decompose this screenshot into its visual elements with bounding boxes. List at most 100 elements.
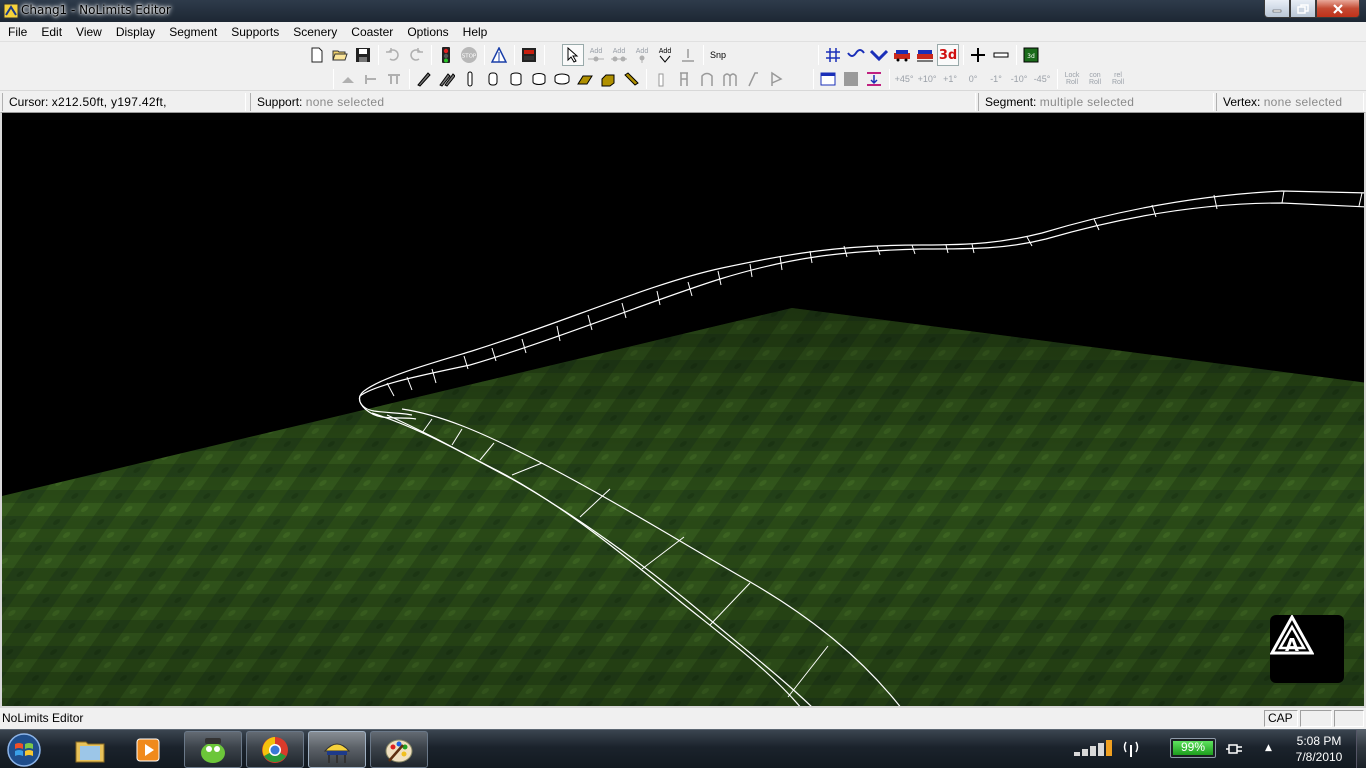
roll-minus10-button[interactable]: -10° — [1008, 68, 1030, 90]
add-support-button[interactable]: Add — [631, 44, 653, 66]
drum-button[interactable] — [551, 68, 573, 90]
bracket-pole-button[interactable] — [765, 68, 787, 90]
grid-button[interactable] — [822, 44, 844, 66]
block-icon — [601, 74, 615, 87]
heartline-button[interactable] — [868, 44, 890, 66]
battery-indicator[interactable]: 99% — [1170, 738, 1216, 758]
block-button[interactable] — [597, 68, 619, 90]
roll-plus45-button[interactable]: +45° — [893, 68, 915, 90]
fill-button[interactable] — [840, 68, 862, 90]
folder-icon — [75, 741, 105, 762]
show-desktop-button[interactable] — [1356, 730, 1366, 768]
lock-roll-button[interactable]: Lock Roll — [1061, 68, 1083, 90]
restore-button[interactable] — [1290, 0, 1316, 18]
menu-scenery[interactable]: Scenery — [286, 22, 344, 42]
add-label: Add — [658, 47, 672, 55]
window-icon — [820, 72, 836, 86]
close-button[interactable] — [1316, 0, 1360, 18]
menu-edit[interactable]: Edit — [34, 22, 69, 42]
show-hidden-icons-icon[interactable]: ▲ — [1265, 743, 1272, 753]
view-3d-button[interactable]: 3d — [937, 44, 959, 66]
menu-options[interactable]: Options — [400, 22, 455, 42]
roll-label: +10° — [917, 73, 937, 84]
open-file-button[interactable] — [329, 44, 351, 66]
new-file-button[interactable] — [306, 44, 328, 66]
snap-button[interactable]: Snp — [707, 44, 729, 66]
gray-square-icon — [844, 72, 858, 86]
double-pencil-button[interactable] — [436, 68, 458, 90]
pencil-tool-button[interactable] — [413, 68, 435, 90]
plus-icon — [971, 48, 985, 62]
redo-button[interactable] — [405, 44, 427, 66]
double-arch-button[interactable] — [719, 68, 741, 90]
menu-supports[interactable]: Supports — [224, 22, 286, 42]
network-signal-icon[interactable] — [1072, 740, 1118, 761]
thin-tube-button[interactable] — [459, 68, 481, 90]
taskbar-paint[interactable] — [370, 731, 428, 768]
wide-cylinder-button[interactable] — [528, 68, 550, 90]
menu-view[interactable]: View — [69, 22, 109, 42]
roll-minus45-button[interactable]: -45° — [1031, 68, 1053, 90]
add-segment-button[interactable]: Add — [608, 44, 630, 66]
roll-zero-button[interactable]: 0° — [962, 68, 984, 90]
save-button[interactable] — [352, 44, 374, 66]
terrain-button[interactable]: 3d — [1020, 44, 1042, 66]
close-icon — [1333, 3, 1343, 14]
support-base-button[interactable] — [337, 68, 359, 90]
zoom-out-button[interactable] — [990, 44, 1012, 66]
toolbar-separator — [544, 45, 545, 65]
slab-button[interactable] — [574, 68, 596, 90]
rel-roll-label: rel — [1114, 72, 1122, 79]
tube-button[interactable] — [482, 68, 504, 90]
add-connector-button[interactable]: Add — [654, 44, 676, 66]
3d-viewport[interactable]: A — [0, 112, 1366, 708]
segment-label: Segment: — [985, 95, 1037, 109]
support-connector-button[interactable] — [383, 68, 405, 90]
wireless-icon[interactable] — [1122, 739, 1140, 762]
rel-roll-button[interactable]: rel Roll — [1107, 68, 1129, 90]
add-vertex-button[interactable]: Add — [585, 44, 607, 66]
stop-button[interactable]: STOP — [458, 44, 480, 66]
con-roll-button[interactable]: con Roll — [1084, 68, 1106, 90]
menu-display[interactable]: Display — [109, 22, 162, 42]
start-button[interactable] — [4, 731, 48, 768]
menu-coaster[interactable]: Coaster — [344, 22, 400, 42]
zoom-in-button[interactable] — [967, 44, 989, 66]
support-tube-icon — [365, 75, 376, 84]
taskbar-nolimits-editor[interactable] — [308, 731, 366, 768]
roll-plus10-button[interactable]: +10° — [916, 68, 938, 90]
train-cars-button[interactable] — [914, 44, 936, 66]
add-footer-button[interactable] — [677, 44, 699, 66]
minimize-button[interactable] — [1264, 0, 1290, 18]
arch-pole-button[interactable] — [696, 68, 718, 90]
menu-file[interactable]: File — [1, 22, 34, 42]
taskbar-media-player[interactable] — [120, 731, 176, 768]
cylinder-button[interactable] — [505, 68, 527, 90]
undo-button[interactable] — [382, 44, 404, 66]
beam-button[interactable] — [620, 68, 642, 90]
slant-pole-button[interactable] — [742, 68, 764, 90]
menu-segment[interactable]: Segment — [162, 22, 224, 42]
support-tube-button[interactable] — [360, 68, 382, 90]
taskbar-explorer[interactable] — [62, 731, 118, 768]
align-button[interactable] — [863, 68, 885, 90]
toolbar-row-2 — [330, 67, 788, 91]
display-button[interactable] — [518, 44, 540, 66]
select-tool-button[interactable] — [562, 44, 584, 66]
train-view-button[interactable] — [891, 44, 913, 66]
test-run-button[interactable] — [435, 44, 457, 66]
roll-minus1-button[interactable]: -1° — [985, 68, 1007, 90]
menu-help[interactable]: Help — [456, 22, 495, 42]
system-clock[interactable]: 5:08 PM 7/8/2010 — [1284, 733, 1354, 765]
frame-pole-button[interactable] — [673, 68, 695, 90]
segment-props-button[interactable] — [817, 68, 839, 90]
power-plug-icon[interactable] — [1225, 740, 1245, 761]
ruler-button[interactable] — [488, 44, 510, 66]
roll-plus1-button[interactable]: +1° — [939, 68, 961, 90]
track-view-button[interactable] — [845, 44, 867, 66]
toolbar-separator — [963, 45, 964, 65]
taskbar-messenger[interactable] — [184, 731, 242, 768]
single-pole-button[interactable] — [650, 68, 672, 90]
taskbar-chrome[interactable] — [246, 731, 304, 768]
display-panel-icon — [522, 48, 536, 62]
